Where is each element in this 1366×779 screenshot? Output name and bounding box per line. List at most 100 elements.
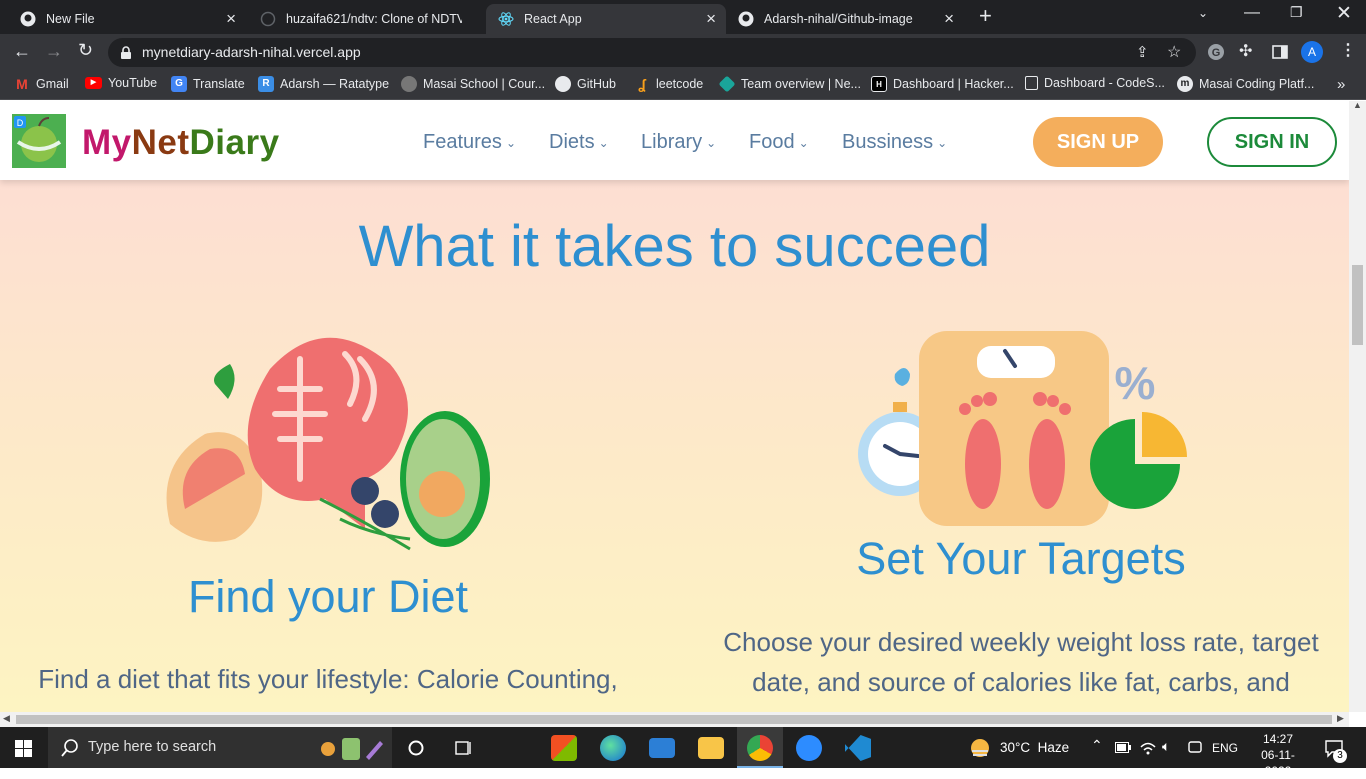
windows-start-icon[interactable] xyxy=(15,740,32,757)
svg-text:G: G xyxy=(1212,47,1221,59)
tab-title: New File xyxy=(46,12,95,26)
task-view-icon[interactable] xyxy=(455,740,473,756)
nav-library[interactable]: Library ⌄ xyxy=(641,131,716,154)
chrome-icon[interactable] xyxy=(747,735,773,761)
masai-icon: m xyxy=(1177,76,1193,92)
minimize-button[interactable]: — xyxy=(1244,4,1260,22)
cortana-icon[interactable] xyxy=(408,740,424,756)
nav-features[interactable]: Features ⌄ xyxy=(423,131,516,154)
wifi-icon[interactable] xyxy=(1140,739,1156,755)
nav-business[interactable]: Bussiness ⌄ xyxy=(842,131,947,154)
reload-icon[interactable]: ↻ xyxy=(78,40,93,61)
brand-name[interactable]: MyNetDiary xyxy=(82,123,280,163)
taskbar-search-box[interactable]: Type here to search xyxy=(48,727,392,768)
meet-now-icon[interactable] xyxy=(1188,740,1202,754)
bookmark-leetcode[interactable]: ʆ leetcode xyxy=(634,76,703,92)
bookmark-youtube[interactable]: ▶ YouTube xyxy=(85,76,157,90)
notification-count-badge: 3 xyxy=(1333,749,1347,763)
close-tab-icon[interactable]: × xyxy=(706,9,716,29)
zoom-icon[interactable] xyxy=(796,735,822,761)
bookmark-masai-coding[interactable]: m Masai Coding Platf... xyxy=(1177,76,1314,92)
close-tab-icon[interactable]: × xyxy=(944,9,954,29)
bookmark-label: Adarsh — Ratatype xyxy=(280,77,390,91)
bookmark-label: GitHub xyxy=(577,77,616,91)
address-bar[interactable]: mynetdiary-adarsh-nihal.vercel.app ⇪ ☆ xyxy=(108,38,1196,67)
find-diet-title: Find your Diet xyxy=(187,571,469,622)
tab-github-image[interactable]: Adarsh-nihal/Github-image × xyxy=(726,4,964,34)
weather-haze-icon[interactable] xyxy=(968,736,992,760)
tab-ndtv[interactable]: huzaifa621/ndtv: Clone of NDTV xyxy=(248,4,486,34)
back-arrow-icon[interactable]: ← xyxy=(13,41,31,62)
section-headline: What it takes to succeed xyxy=(358,214,991,279)
grammarly-icon[interactable]: G xyxy=(1207,43,1225,61)
bookmark-label: YouTube xyxy=(108,76,158,90)
bookmark-star-icon[interactable]: ☆ xyxy=(1167,42,1181,62)
profile-avatar[interactable]: A xyxy=(1301,41,1323,63)
extensions-puzzle-icon[interactable]: ✣ xyxy=(1239,41,1252,61)
page-icon xyxy=(1025,76,1038,90)
chevron-down-icon: ⌄ xyxy=(937,135,948,150)
scroll-right-icon[interactable]: ▶ xyxy=(1337,713,1344,724)
bookmark-label: Gmail xyxy=(36,77,69,91)
forward-arrow-icon[interactable]: → xyxy=(45,41,63,62)
tab-title: Adarsh-nihal/Github-image xyxy=(764,12,913,26)
weather-text[interactable]: 30°C Haze xyxy=(1000,740,1069,755)
bookmark-github[interactable]: GitHub xyxy=(555,76,616,92)
side-panel-icon[interactable] xyxy=(1272,45,1288,59)
taskbar-clock[interactable]: 14:27 06-11-2022 xyxy=(1252,731,1304,779)
clock-date: 06-11-2022 xyxy=(1261,748,1295,778)
store-icon[interactable] xyxy=(551,735,577,761)
file-explorer-icon[interactable] xyxy=(698,737,724,759)
chevron-down-icon: ⌄ xyxy=(505,135,516,150)
signin-button[interactable]: SIGN IN xyxy=(1207,117,1337,167)
volume-icon[interactable]: 🔈︎ xyxy=(1162,738,1170,755)
nav-label: Diets xyxy=(549,131,595,153)
bookmark-codesignal[interactable]: Dashboard - CodeS... xyxy=(1025,76,1165,90)
close-window-button[interactable]: ✕ xyxy=(1336,2,1352,25)
vertical-scrollbar[interactable]: ▲ xyxy=(1349,100,1366,712)
battery-icon[interactable] xyxy=(1115,742,1131,753)
share-icon[interactable]: ⇪ xyxy=(1136,43,1149,61)
bookmark-label: leetcode xyxy=(656,77,704,91)
edge-icon[interactable] xyxy=(600,735,626,761)
chevron-down-icon: ⌄ xyxy=(798,135,809,150)
menu-kebab-icon[interactable]: ⋮ xyxy=(1340,40,1356,60)
search-highlight-icon xyxy=(321,738,383,760)
bookmark-masai-school[interactable]: Masai School | Cour... xyxy=(401,76,545,92)
vscode-icon[interactable] xyxy=(845,735,871,761)
more-bookmarks-button[interactable]: » xyxy=(1337,76,1345,93)
horizontal-scrollbar[interactable]: ◀ ▶ xyxy=(0,712,1349,727)
site-navbar: D MyNetDiary Features ⌄ Diets ⌄ Library ⌄ F… xyxy=(0,101,1349,180)
nav-diets[interactable]: Diets ⌄ xyxy=(549,131,609,154)
scroll-left-icon[interactable]: ◀ xyxy=(3,713,10,724)
new-tab-button[interactable]: + xyxy=(979,3,992,29)
apple-tape-logo-icon[interactable]: D xyxy=(12,114,66,168)
scroll-up-icon[interactable]: ▲ xyxy=(1353,100,1362,110)
leetcode-icon: ʆ xyxy=(638,76,646,92)
bookmark-translate[interactable]: G Translate xyxy=(171,76,245,92)
restore-button[interactable]: ❐ xyxy=(1290,4,1303,21)
tab-new-file[interactable]: New File × xyxy=(8,4,246,34)
ratatype-icon: R xyxy=(258,76,274,92)
tab-title: huzaifa621/ndtv: Clone of NDTV xyxy=(286,12,462,26)
tab-react-app[interactable]: React App × xyxy=(486,4,726,34)
horizontal-scroll-thumb[interactable] xyxy=(16,715,1332,724)
close-tab-icon[interactable]: × xyxy=(226,9,236,29)
language-indicator[interactable]: ENG xyxy=(1212,741,1238,755)
signup-button[interactable]: SIGN UP xyxy=(1033,117,1163,167)
tab-search-chevron-icon[interactable]: ⌄ xyxy=(1198,6,1208,20)
find-diet-text: Find a diet that fits your lifestyle: Ca… xyxy=(38,664,618,694)
bookmark-team-overview[interactable]: Team overview | Ne... xyxy=(718,75,861,93)
chevron-down-icon: ⌄ xyxy=(706,135,717,150)
tray-chevron-up-icon[interactable]: ⌃ xyxy=(1091,737,1103,754)
nav-food[interactable]: Food ⌄ xyxy=(749,131,809,154)
lock-icon xyxy=(121,46,131,59)
salmon-avocado-icon xyxy=(166,337,490,551)
bookmark-hackerrank[interactable]: H Dashboard | Hacker... xyxy=(871,76,1014,92)
mail-icon[interactable] xyxy=(649,738,675,758)
bookmark-gmail[interactable]: M Gmail xyxy=(14,76,69,92)
gmail-icon: M xyxy=(16,76,28,92)
browser-tab-strip: New File × huzaifa621/ndtv: Clone of NDT… xyxy=(0,0,1366,34)
bookmark-ratatype[interactable]: R Adarsh — Ratatype xyxy=(258,76,389,92)
vertical-scroll-thumb[interactable] xyxy=(1352,265,1363,345)
